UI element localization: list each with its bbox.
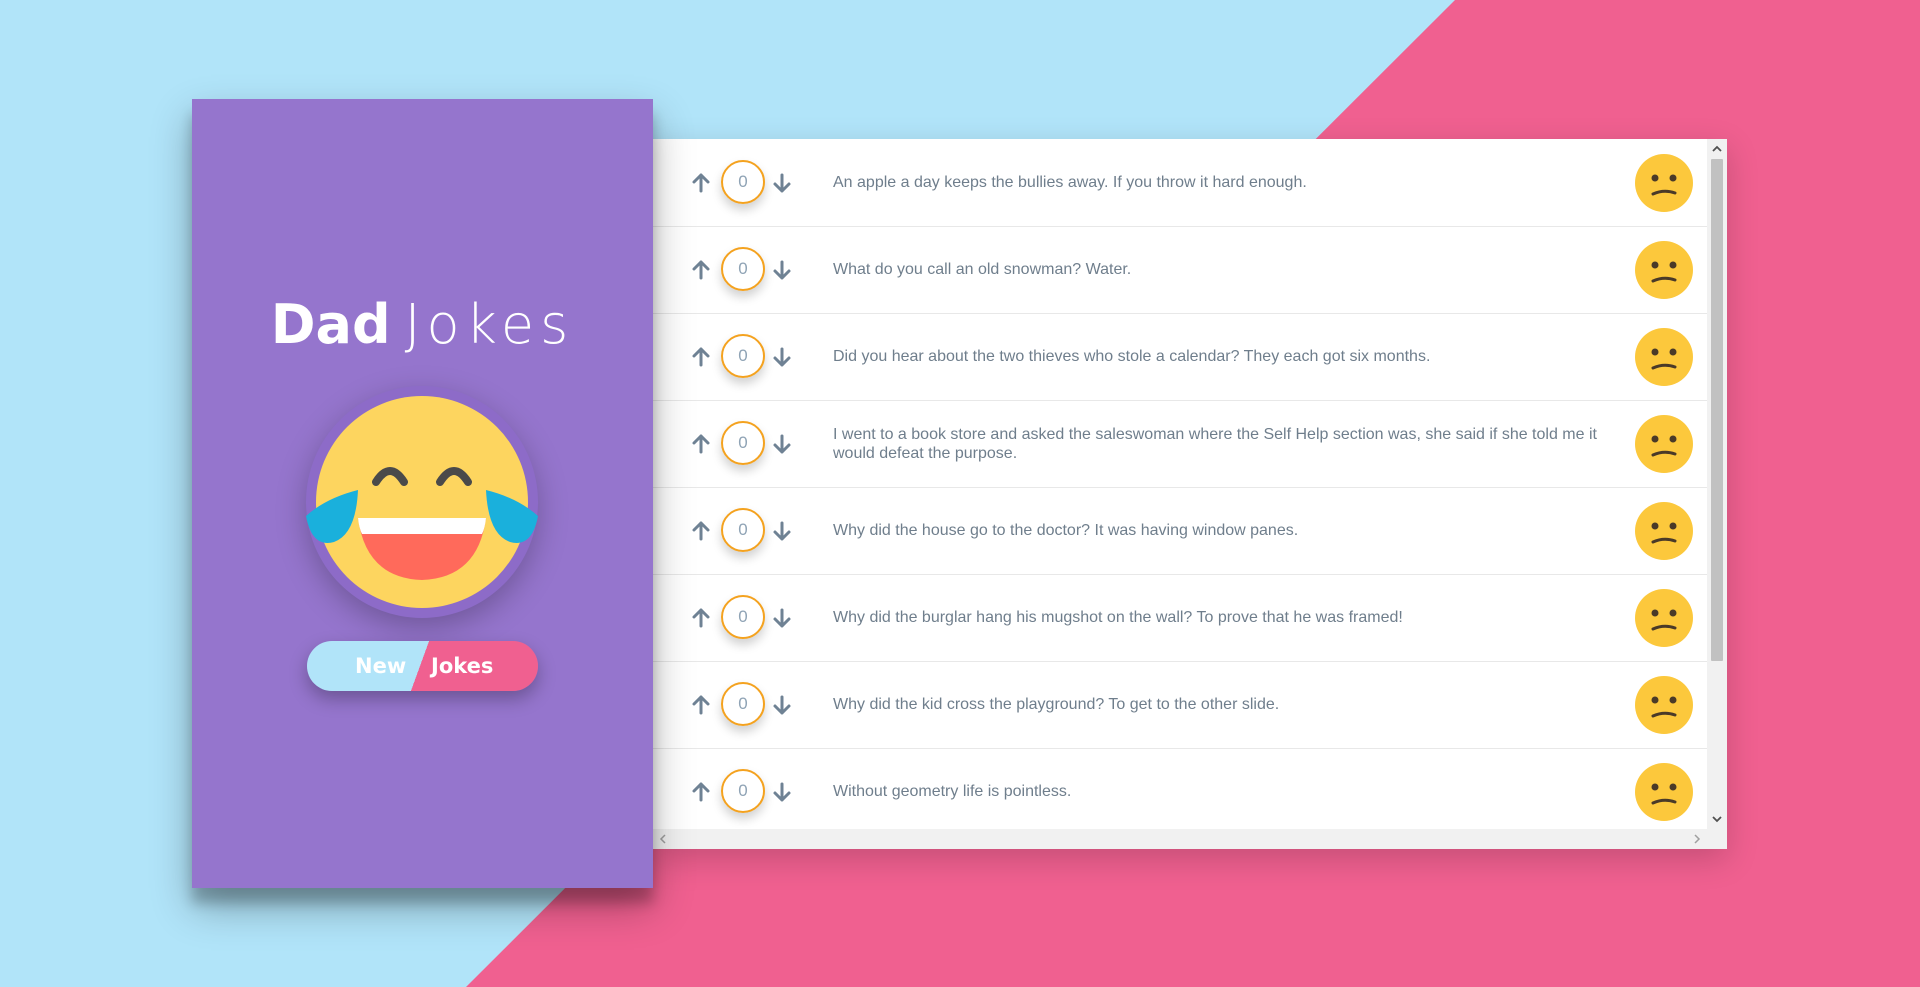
- arrow-up-icon[interactable]: [690, 346, 712, 368]
- vote-count: 0: [721, 682, 765, 726]
- vote-count: 0: [721, 334, 765, 378]
- sidebar: Dad Jokes New Jokes: [192, 99, 653, 888]
- arrow-up-icon[interactable]: [690, 433, 712, 455]
- vote-count: 0: [721, 769, 765, 813]
- joke-text: Why did the house go to the doctor? It w…: [833, 522, 1299, 539]
- scroll-up-icon[interactable]: [1707, 139, 1727, 159]
- arrow-up-icon[interactable]: [690, 520, 712, 542]
- joke-rows: 0 An apple a day keeps the bullies away.…: [653, 139, 1707, 829]
- arrow-down-icon[interactable]: [771, 520, 793, 542]
- title-bold: Dad: [270, 293, 391, 356]
- title-light: Jokes: [404, 293, 575, 356]
- arrow-down-icon[interactable]: [771, 607, 793, 629]
- arrow-down-icon[interactable]: [771, 346, 793, 368]
- arrow-down-icon[interactable]: [771, 781, 793, 803]
- arrow-down-icon[interactable]: [771, 433, 793, 455]
- arrow-down-icon[interactable]: [771, 172, 793, 194]
- arrow-up-icon[interactable]: [690, 607, 712, 629]
- joke-text: Why did the burglar hang his mugshot on …: [833, 609, 1403, 626]
- new-jokes-button-part1: New: [355, 654, 407, 678]
- confused-face-icon: [1635, 241, 1693, 299]
- joke-text: What do you call an old snowman? Water.: [833, 261, 1132, 278]
- vote-count: 0: [721, 421, 765, 465]
- vote-count: 0: [721, 247, 765, 291]
- joke-text: An apple a day keeps the bullies away. I…: [833, 174, 1307, 191]
- confused-face-icon: [1635, 589, 1693, 647]
- vertical-scrollbar[interactable]: [1707, 139, 1727, 829]
- new-jokes-button-part2: Jokes: [431, 654, 494, 678]
- joke-text: Why did the kid cross the playground? To…: [833, 696, 1280, 713]
- joke-text: I went to a book store and asked the sal…: [833, 426, 1597, 462]
- scrollbar-thumb[interactable]: [1711, 159, 1723, 661]
- scroll-left-icon[interactable]: [653, 829, 673, 849]
- joke-text: Did you hear about the two thieves who s…: [833, 348, 1431, 365]
- arrow-up-icon[interactable]: [690, 781, 712, 803]
- vote-count: 0: [721, 508, 765, 552]
- confused-face-icon: [1635, 763, 1693, 821]
- joke-row: 0 Without geometry life is pointless.: [653, 748, 1707, 829]
- vote-count: 0: [721, 160, 765, 204]
- joke-row: 0 Did you hear about the two thieves who…: [653, 313, 1707, 401]
- arrow-down-icon[interactable]: [771, 694, 793, 716]
- joke-row: 0 Why did the kid cross the playground? …: [653, 661, 1707, 749]
- horizontal-scrollbar[interactable]: [653, 829, 1727, 849]
- joke-row: 0 What do you call an old snowman? Water…: [653, 226, 1707, 314]
- arrow-down-icon[interactable]: [771, 259, 793, 281]
- scroll-down-icon[interactable]: [1707, 809, 1727, 829]
- tears-of-joy-emoji-icon: [306, 386, 538, 618]
- confused-face-icon: [1635, 328, 1693, 386]
- arrow-up-icon[interactable]: [690, 172, 712, 194]
- joke-row: 0 An apple a day keeps the bullies away.…: [653, 139, 1707, 227]
- confused-face-icon: [1635, 415, 1693, 473]
- app-title: Dad Jokes: [192, 295, 653, 355]
- vote-count: 0: [721, 595, 765, 639]
- confused-face-icon: [1635, 154, 1693, 212]
- arrow-up-icon[interactable]: [690, 694, 712, 716]
- confused-face-icon: [1635, 502, 1693, 560]
- arrow-up-icon[interactable]: [690, 259, 712, 281]
- joke-text: Without geometry life is pointless.: [833, 783, 1072, 800]
- new-jokes-button[interactable]: New Jokes: [307, 641, 538, 691]
- joke-row: 0 I went to a book store and asked the s…: [653, 400, 1707, 488]
- joke-row: 0 Why did the burglar hang his mugshot o…: [653, 574, 1707, 662]
- confused-face-icon: [1635, 676, 1693, 734]
- scroll-right-icon[interactable]: [1687, 829, 1707, 849]
- joke-list[interactable]: 0 An apple a day keeps the bullies away.…: [653, 139, 1727, 849]
- joke-row: 0 Why did the house go to the doctor? It…: [653, 487, 1707, 575]
